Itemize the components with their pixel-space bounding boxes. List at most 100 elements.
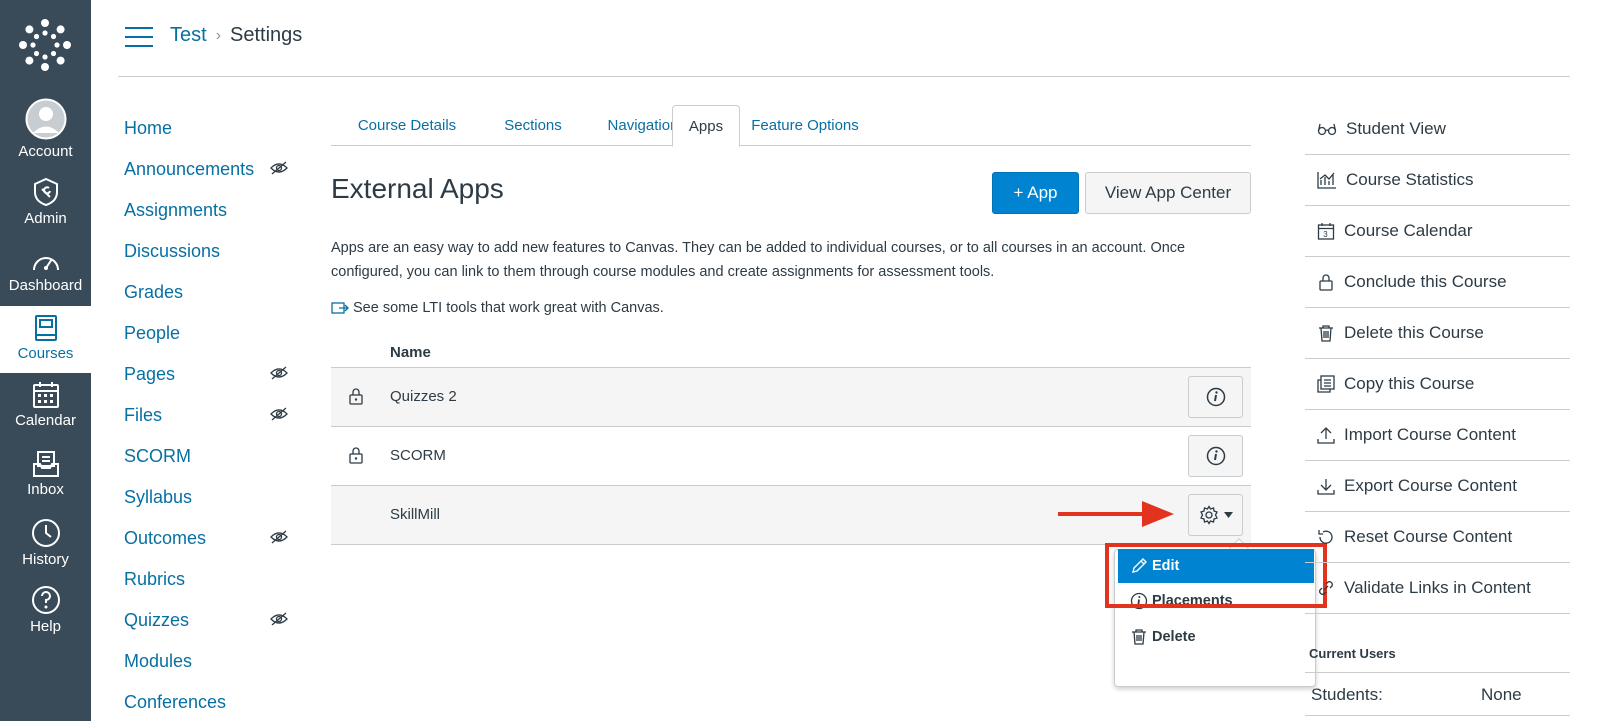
breadcrumb-current: Settings (230, 24, 303, 46)
dashboard-icon (32, 257, 59, 271)
course-nav-label: Modules (124, 651, 193, 671)
nav-label: Inbox (27, 481, 64, 498)
course-nav-label: Assignments (124, 200, 228, 220)
app-info-button[interactable] (1188, 376, 1243, 418)
course-nav-modules[interactable]: Modules (124, 641, 294, 682)
course-nav-syllabus[interactable]: Syllabus (124, 477, 294, 518)
course-settings-sidebar: Student View Course Statistics 3 Course … (1305, 104, 1570, 614)
student-view-button[interactable]: Student View (1305, 104, 1570, 155)
info-icon (1206, 446, 1225, 466)
current-users-title: Current Users (1309, 646, 1396, 661)
course-nav-label: Discussions (124, 241, 221, 261)
canvas-logo-icon[interactable] (18, 18, 72, 72)
annotation-highlight-box (1105, 543, 1327, 608)
copy-icon (1317, 375, 1335, 393)
table-header: Name (331, 338, 1251, 368)
eye-hidden-icon (270, 407, 288, 421)
course-nav-outcomes[interactable]: Outcomes (124, 518, 294, 559)
import-content-button[interactable]: Import Course Content (1305, 410, 1570, 461)
nav-courses[interactable]: Courses (0, 306, 91, 373)
course-nav-grades[interactable]: Grades (124, 272, 294, 313)
nav-label: Account (18, 143, 73, 160)
course-nav-rubrics[interactable]: Rubrics (124, 559, 294, 600)
course-nav-label: Outcomes (124, 528, 207, 548)
current-users-students-row: Students: None (1305, 672, 1570, 716)
table-row: Quizzes 2 (331, 368, 1251, 427)
course-nav-conferences[interactable]: Conferences (124, 682, 294, 721)
svg-text:3: 3 (1323, 230, 1328, 239)
course-statistics-link[interactable]: Course Statistics (1305, 155, 1570, 206)
nav-dashboard[interactable]: Dashboard (0, 250, 91, 294)
nav-account[interactable]: Account (0, 98, 91, 160)
lock-icon (349, 388, 363, 405)
tab-apps[interactable]: Apps (672, 105, 740, 147)
chevron-right-icon: › (215, 26, 222, 44)
course-nav-label: Announcements (124, 159, 255, 179)
lti-link-text: See some LTI tools that work great with … (353, 300, 664, 316)
export-content-button[interactable]: Export Course Content (1305, 461, 1570, 512)
tab-sections[interactable]: Sections (483, 105, 583, 146)
external-link-icon (331, 302, 349, 314)
nav-inbox[interactable]: Inbox (0, 450, 91, 498)
tab-feature-options[interactable]: Feature Options (740, 105, 870, 146)
lock-icon (349, 447, 363, 464)
tab-course-details[interactable]: Course Details (331, 105, 483, 146)
students-value: None (1481, 685, 1522, 704)
nav-label: Dashboard (8, 277, 83, 294)
trash-icon (1132, 629, 1146, 645)
course-nav: Home Announcements Assignments Discussio… (124, 108, 294, 721)
nav-history[interactable]: History (0, 518, 91, 568)
nav-label: Calendar (15, 412, 76, 429)
trash-icon (1319, 325, 1333, 342)
course-nav-label: People (124, 323, 181, 343)
view-app-center-button[interactable]: View App Center (1085, 172, 1251, 214)
sidebar-label: Import Course Content (1344, 425, 1516, 444)
course-nav-announcements[interactable]: Announcements (124, 149, 294, 190)
account-icon (25, 98, 66, 140)
course-nav-home[interactable]: Home (124, 108, 294, 149)
nav-label: Help (30, 618, 61, 635)
eye-hidden-icon (270, 366, 288, 380)
course-nav-files[interactable]: Files (124, 395, 294, 436)
app-name: SkillMill (390, 506, 440, 523)
course-nav-label: SCORM (124, 446, 191, 466)
course-nav-scorm[interactable]: SCORM (124, 436, 294, 477)
validate-links-button[interactable]: Validate Links in Content (1305, 563, 1570, 614)
delete-course-button[interactable]: Delete this Course (1305, 308, 1570, 359)
sidebar-label: Reset Course Content (1344, 527, 1513, 546)
hamburger-menu-icon[interactable] (125, 27, 153, 47)
lti-tools-link[interactable]: See some LTI tools that work great with … (331, 300, 664, 316)
course-nav-label: Conferences (124, 692, 227, 712)
app-info-button[interactable] (1188, 435, 1243, 477)
download-icon (1317, 479, 1335, 495)
course-nav-pages[interactable]: Pages (124, 354, 294, 395)
course-nav-discussions[interactable]: Discussions (124, 231, 294, 272)
breadcrumb-course-link[interactable]: Test (170, 24, 207, 47)
app-settings-gear-button[interactable] (1188, 494, 1243, 536)
course-nav-label: Rubrics (124, 569, 186, 589)
reset-content-button[interactable]: Reset Course Content (1305, 512, 1570, 563)
course-nav-assignments[interactable]: Assignments (124, 190, 294, 231)
eye-hidden-icon (270, 530, 288, 544)
help-icon (31, 586, 60, 614)
course-nav-label: Home (124, 118, 173, 138)
apps-description: Apps are an easy way to add new features… (331, 240, 1186, 280)
glasses-icon (1317, 123, 1337, 136)
course-nav-people[interactable]: People (124, 313, 294, 354)
nav-admin[interactable]: Admin (0, 177, 91, 227)
nav-help[interactable]: Help (0, 585, 91, 635)
copy-course-button[interactable]: Copy this Course (1305, 359, 1570, 410)
menu-item-delete[interactable]: Delete (1118, 620, 1314, 654)
reset-icon (1318, 530, 1333, 544)
eye-hidden-icon (270, 161, 288, 175)
sidebar-label: Export Course Content (1344, 476, 1517, 495)
course-calendar-link[interactable]: 3 Course Calendar (1305, 206, 1570, 257)
course-nav-quizzes[interactable]: Quizzes (124, 600, 294, 641)
table-row: SCORM (331, 427, 1251, 486)
annotation-arrow-icon (1058, 501, 1174, 527)
sidebar-label: Student View (1346, 119, 1446, 138)
nav-calendar[interactable]: Calendar (0, 381, 91, 429)
global-nav: Account Admin Dashboard Courses Calendar… (0, 0, 91, 721)
conclude-course-button[interactable]: Conclude this Course (1305, 257, 1570, 308)
add-app-button[interactable]: + App (992, 172, 1079, 214)
